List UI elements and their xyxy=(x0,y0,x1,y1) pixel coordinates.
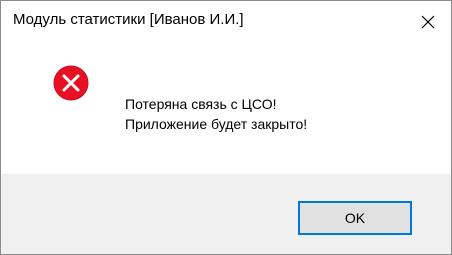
ok-button-label: OK xyxy=(344,210,366,226)
error-icon xyxy=(53,65,89,101)
close-button[interactable] xyxy=(404,1,451,41)
error-dialog: Модуль статистики [Иванов И.И.] Потеряна… xyxy=(0,0,452,255)
message-line-1: Потеряна связь с ЦСО! xyxy=(125,96,277,112)
message-line-2: Приложение будет закрыто! xyxy=(125,116,308,132)
error-message: Потеряна связь с ЦСО! Приложение будет з… xyxy=(125,94,307,134)
close-icon xyxy=(421,15,435,29)
ok-button[interactable]: OK xyxy=(298,201,412,235)
window-title: Модуль статистики [Иванов И.И.] xyxy=(13,11,244,28)
title-bar[interactable]: Модуль статистики [Иванов И.И.] xyxy=(1,1,451,41)
